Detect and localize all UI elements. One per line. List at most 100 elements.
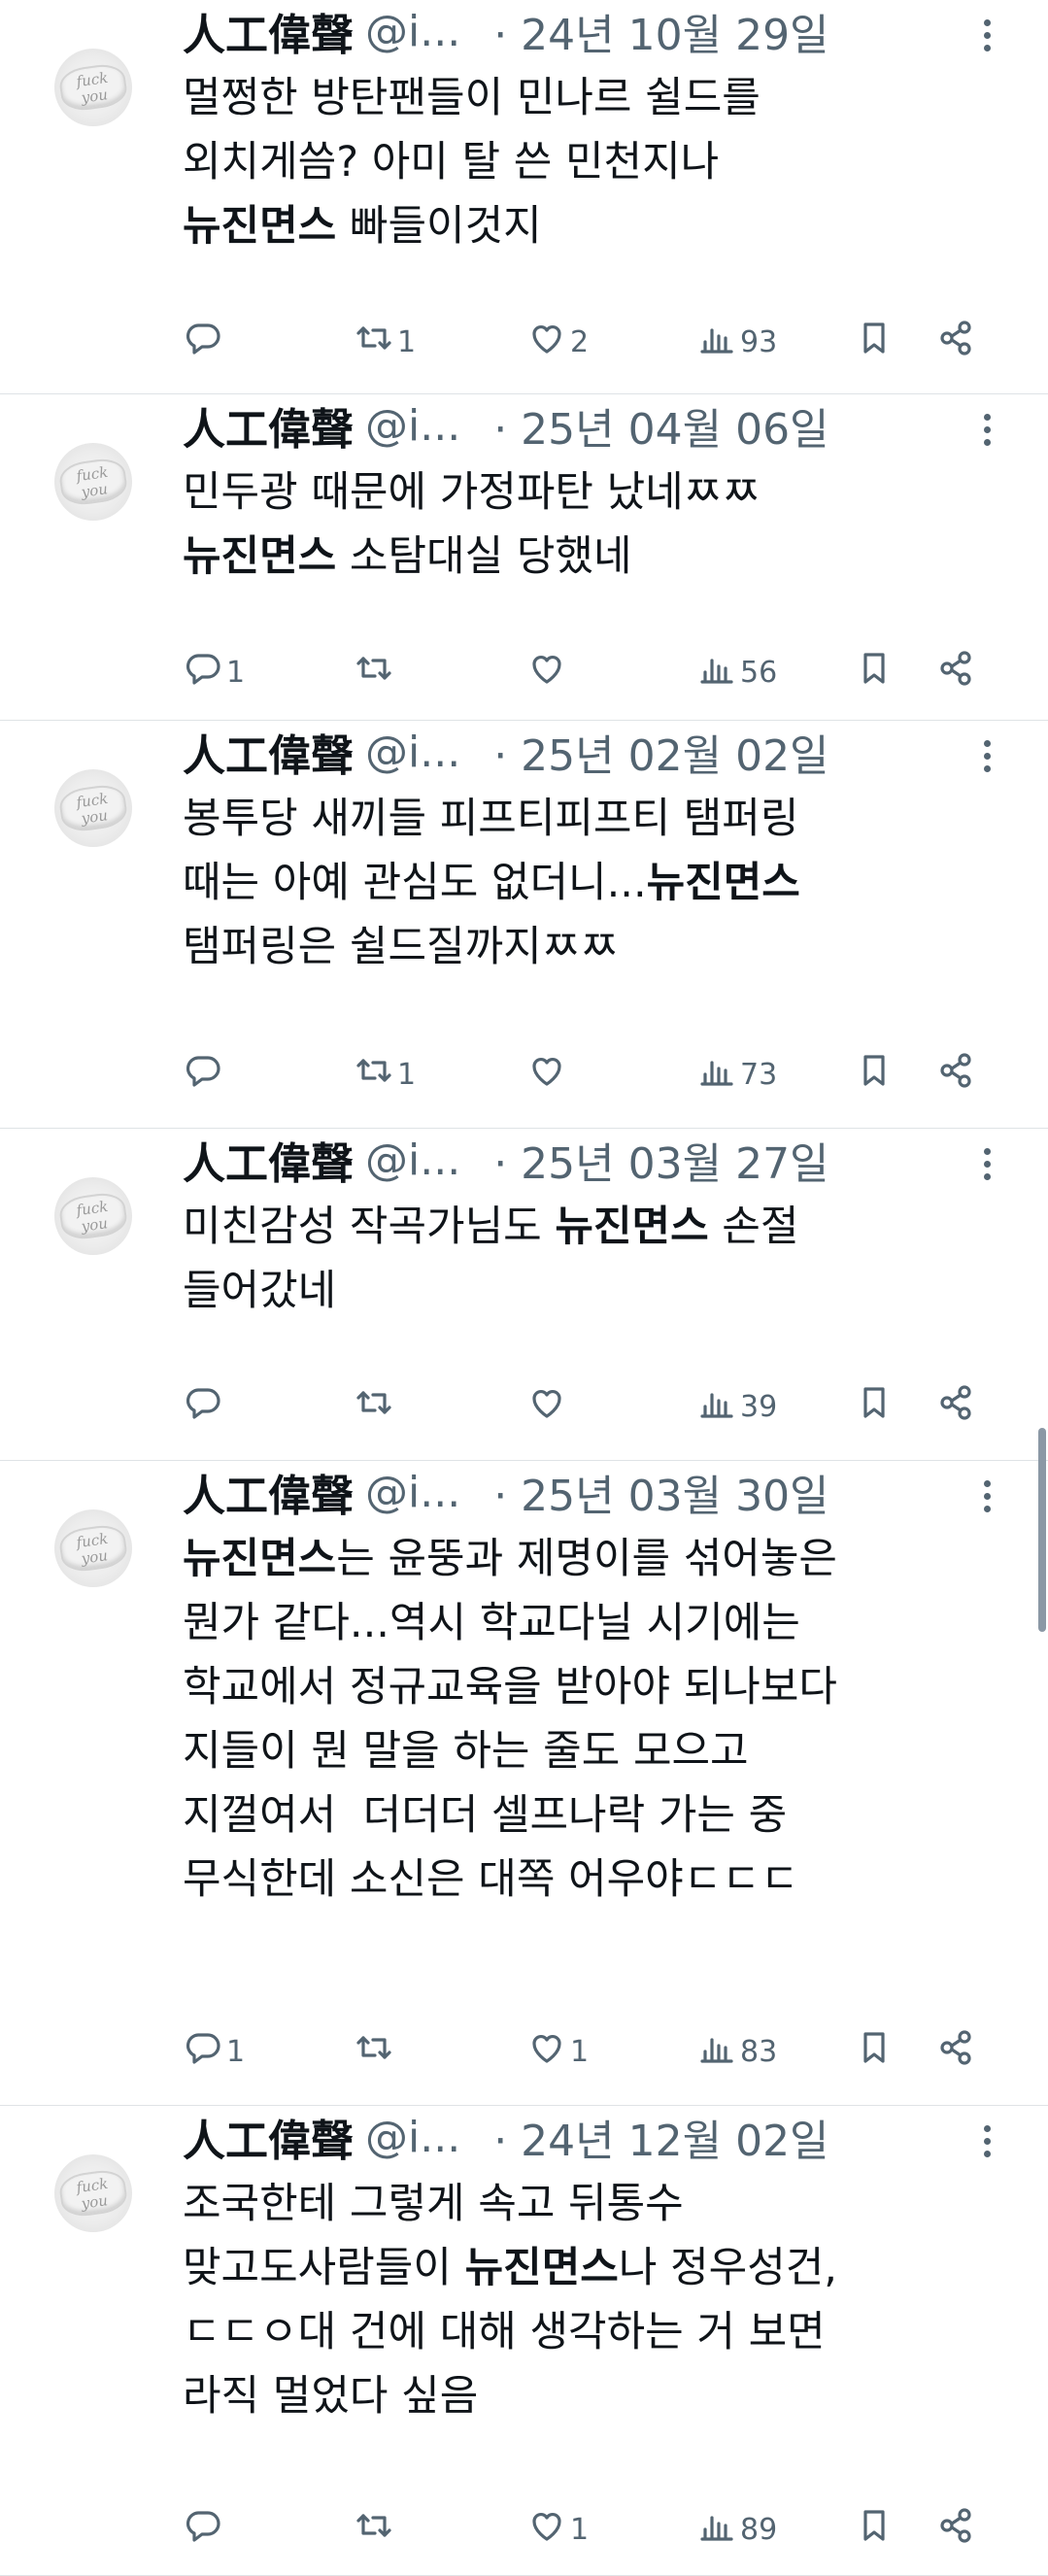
hashtag-highlight: 뉴진면스 — [183, 1535, 337, 1583]
reply-button[interactable]: 1 — [180, 2022, 245, 2081]
like-icon — [525, 317, 568, 367]
tweet-text: 봉투당 새끼들 피프티피프티 탬퍼링 때는 아예 관심도 없더니...뉴진면스 … — [183, 787, 1018, 979]
views-button[interactable]: 39 — [693, 1377, 777, 1436]
count: 2 — [570, 324, 590, 359]
reply-icon — [182, 647, 224, 697]
share-button[interactable] — [932, 2500, 977, 2559]
more-icon[interactable] — [975, 1480, 998, 1519]
avatar[interactable]: fuck you — [54, 1509, 132, 1587]
tweet-header: 人工偉聲 @i... · 24년 12월 02일 — [183, 2110, 829, 2167]
like-button[interactable] — [524, 1377, 570, 1436]
reply-button[interactable] — [180, 1377, 226, 1436]
avatar[interactable]: fuck you — [54, 2154, 132, 2232]
display-name[interactable]: 人工偉聲 — [183, 394, 354, 457]
avatar[interactable]: fuck you — [54, 49, 132, 126]
bookmark-button[interactable] — [851, 2022, 896, 2081]
avatar[interactable]: fuck you — [54, 443, 132, 521]
like-button[interactable]: 1 — [524, 2500, 589, 2559]
user-handle[interactable]: @i... — [365, 728, 460, 777]
retweet-button[interactable] — [351, 2500, 397, 2559]
display-name[interactable]: 人工偉聲 — [183, 1129, 354, 1191]
avatar[interactable]: fuck you — [54, 769, 132, 847]
user-handle[interactable]: @i... — [365, 1135, 460, 1185]
reply-button[interactable] — [180, 1045, 226, 1103]
bookmark-button[interactable] — [851, 643, 896, 701]
retweet-button[interactable] — [351, 643, 397, 701]
like-button[interactable] — [524, 1045, 570, 1103]
timestamp[interactable]: · 25년 04월 06일 — [493, 394, 828, 457]
scrollbar[interactable] — [1038, 1428, 1046, 1632]
display-name[interactable]: 人工偉聲 — [183, 1461, 354, 1523]
views-button[interactable]: 73 — [693, 1045, 777, 1103]
more-icon[interactable] — [975, 19, 998, 58]
count: 1 — [226, 2034, 246, 2069]
bookmark-icon — [853, 317, 896, 367]
user-handle[interactable]: @i... — [365, 1468, 460, 1517]
timestamp[interactable]: · 24년 10월 29일 — [493, 0, 828, 62]
reply-button[interactable] — [180, 2500, 226, 2559]
text-segment: 민두광 때문에 가정파탄 났네ㅉㅉ — [183, 468, 761, 517]
share-button[interactable] — [932, 643, 977, 701]
user-handle[interactable]: @i... — [365, 7, 460, 56]
tweet-text: 뉴진면스는 윤뚱과 제명이를 섞어놓은 뭔가 같다...역시 학교다닐 시기에는… — [183, 1527, 1018, 1912]
bookmark-button[interactable] — [851, 1045, 896, 1103]
bookmark-button[interactable] — [851, 313, 896, 371]
like-button[interactable] — [524, 643, 570, 701]
more-icon[interactable] — [975, 1148, 998, 1187]
retweet-button[interactable]: 1 — [351, 313, 416, 371]
retweet-icon — [353, 647, 395, 697]
reply-icon — [182, 1049, 224, 1100]
reply-button[interactable] — [180, 313, 226, 371]
share-button[interactable] — [932, 2022, 977, 2081]
timestamp[interactable]: · 25년 03월 27일 — [493, 1129, 828, 1191]
display-name[interactable]: 人工偉聲 — [183, 721, 354, 783]
hashtag-highlight: 뉴진면스 — [555, 1203, 709, 1251]
views-button[interactable]: 93 — [693, 313, 777, 371]
tweet-header: 人工偉聲 @i... · 25년 02월 02일 — [183, 725, 829, 782]
views-button[interactable]: 83 — [693, 2022, 777, 2081]
tweet-header: 人工偉聲 @i... · 24년 10월 29일 — [183, 4, 829, 61]
views-icon — [695, 1049, 738, 1100]
more-icon[interactable] — [975, 414, 998, 453]
share-button[interactable] — [932, 1377, 977, 1436]
like-button[interactable]: 1 — [524, 2022, 589, 2081]
bookmark-icon — [853, 2026, 896, 2077]
timestamp[interactable]: · 25년 03월 30일 — [493, 1461, 828, 1523]
reply-button[interactable]: 1 — [180, 643, 245, 701]
share-button[interactable] — [932, 1045, 977, 1103]
tweet-header: 人工偉聲 @i... · 25년 03월 27일 — [183, 1133, 829, 1190]
text-segment: 빠들이것지 — [336, 202, 542, 251]
count: 93 — [740, 324, 778, 359]
bookmark-icon — [853, 2504, 896, 2555]
timestamp[interactable]: · 24년 12월 02일 — [493, 2106, 828, 2168]
bookmark-button[interactable] — [851, 1377, 896, 1436]
bookmark-icon — [853, 1049, 896, 1100]
display-name[interactable]: 人工偉聲 — [183, 0, 354, 62]
avatar[interactable]: fuck you — [54, 1177, 132, 1255]
more-icon[interactable] — [975, 740, 998, 779]
tweet-header: 人工偉聲 @i... · 25년 04월 06일 — [183, 398, 829, 456]
views-button[interactable]: 56 — [693, 643, 777, 701]
views-icon — [695, 317, 738, 367]
display-name[interactable]: 人工偉聲 — [183, 2106, 354, 2168]
user-handle[interactable]: @i... — [365, 2113, 460, 2162]
timestamp[interactable]: · 25년 02월 02일 — [493, 721, 828, 783]
more-icon[interactable] — [975, 2125, 998, 2164]
tweet-header: 人工偉聲 @i... · 25년 03월 30일 — [183, 1465, 829, 1522]
tweet[interactable]: fuck you 人工偉聲 @i... · 25년 03월 30일 뉴진면스는 윤뚱과 … — [0, 1461, 1048, 2106]
retweet-button[interactable]: 1 — [351, 1045, 416, 1103]
like-icon — [525, 2504, 568, 2555]
share-button[interactable] — [932, 313, 977, 371]
count: 83 — [740, 2034, 778, 2069]
bookmark-button[interactable] — [851, 2500, 896, 2559]
retweet-button[interactable] — [351, 2022, 397, 2081]
like-button[interactable]: 2 — [524, 313, 589, 371]
views-button[interactable]: 89 — [693, 2500, 777, 2559]
share-icon — [934, 2026, 977, 2077]
count: 1 — [570, 2512, 590, 2547]
like-icon — [525, 1049, 568, 1100]
user-handle[interactable]: @i... — [365, 401, 460, 451]
action-bar: 39 — [0, 1377, 1048, 1436]
retweet-button[interactable] — [351, 1377, 397, 1436]
bookmark-icon — [853, 647, 896, 697]
